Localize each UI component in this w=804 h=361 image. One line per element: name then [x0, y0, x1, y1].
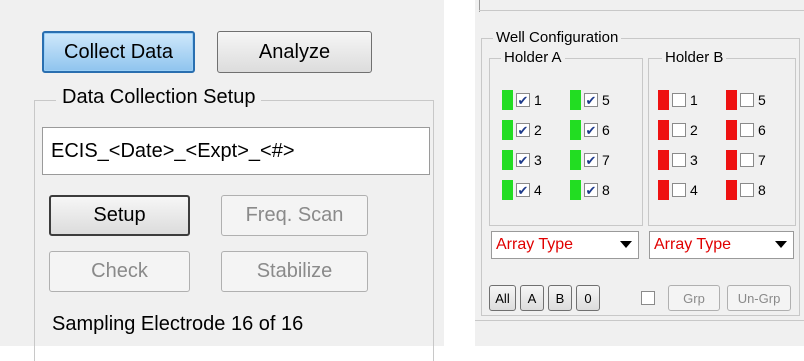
- well-indicator: [658, 150, 669, 170]
- well-b-3[interactable]: 3: [658, 150, 698, 170]
- select-b-button[interactable]: B: [548, 285, 572, 311]
- well-number: 7: [758, 152, 766, 168]
- well-b-5[interactable]: 5: [726, 90, 766, 110]
- array-type-value: Array Type: [496, 236, 574, 253]
- well-number: 1: [534, 92, 542, 108]
- well-checkbox[interactable]: [672, 183, 686, 197]
- divider: [475, 320, 804, 321]
- well-checkbox[interactable]: ✔: [516, 183, 530, 197]
- well-number: 1: [690, 92, 698, 108]
- well-number: 6: [602, 122, 610, 138]
- well-a-3[interactable]: ✔ 3: [502, 150, 542, 170]
- well-a-7[interactable]: ✔ 7: [570, 150, 610, 170]
- filename-input[interactable]: ECIS_<Date>_<Expt>_<#>: [42, 127, 430, 175]
- well-checkbox[interactable]: [740, 123, 754, 137]
- well-indicator: [570, 120, 581, 140]
- well-b-6[interactable]: 6: [726, 120, 766, 140]
- well-indicator: [570, 150, 581, 170]
- group-button[interactable]: Grp: [668, 285, 720, 311]
- well-number: 5: [758, 92, 766, 108]
- divider: [479, 10, 804, 11]
- well-indicator: [570, 90, 581, 110]
- holder-a-group: [489, 58, 643, 226]
- well-indicator: [570, 180, 581, 200]
- well-indicator: [658, 90, 669, 110]
- well-b-4[interactable]: 4: [658, 180, 698, 200]
- well-number: 2: [690, 122, 698, 138]
- array-type-value: Array Type: [654, 236, 732, 253]
- well-b-2[interactable]: 2: [658, 120, 698, 140]
- well-number: 8: [602, 182, 610, 198]
- well-indicator: [658, 120, 669, 140]
- well-checkbox[interactable]: [672, 153, 686, 167]
- well-a-5[interactable]: ✔ 5: [570, 90, 610, 110]
- well-a-4[interactable]: ✔ 4: [502, 180, 542, 200]
- well-number: 8: [758, 182, 766, 198]
- holder-b-group: [648, 58, 796, 226]
- stabilize-button[interactable]: Stabilize: [221, 251, 368, 292]
- select-none-button[interactable]: 0: [576, 285, 600, 311]
- well-b-8[interactable]: 8: [726, 180, 766, 200]
- holder-a-array-type-select[interactable]: Array Type: [491, 231, 639, 259]
- well-checkbox[interactable]: ✔: [516, 93, 530, 107]
- select-a-button[interactable]: A: [520, 285, 544, 311]
- ungroup-button[interactable]: Un-Grp: [727, 285, 791, 311]
- well-checkbox[interactable]: ✔: [584, 123, 598, 137]
- well-checkbox[interactable]: [672, 123, 686, 137]
- well-checkbox[interactable]: [740, 183, 754, 197]
- well-number: 3: [534, 152, 542, 168]
- collect-data-button[interactable]: Collect Data: [42, 31, 195, 73]
- well-a-6[interactable]: ✔ 6: [570, 120, 610, 140]
- chevron-down-icon[interactable]: [775, 241, 787, 248]
- well-configuration-title: Well Configuration: [493, 29, 622, 46]
- well-number: 4: [534, 182, 542, 198]
- well-a-8[interactable]: ✔ 8: [570, 180, 610, 200]
- well-number: 5: [602, 92, 610, 108]
- well-indicator: [726, 90, 737, 110]
- well-indicator: [502, 120, 513, 140]
- well-checkbox[interactable]: [672, 93, 686, 107]
- well-indicator: [658, 180, 669, 200]
- well-indicator: [502, 180, 513, 200]
- freq-scan-button[interactable]: Freq. Scan: [221, 195, 368, 236]
- well-indicator: [502, 150, 513, 170]
- well-indicator: [726, 150, 737, 170]
- data-collection-setup-title: Data Collection Setup: [56, 86, 262, 109]
- well-number: 7: [602, 152, 610, 168]
- well-checkbox[interactable]: [740, 153, 754, 167]
- well-checkbox[interactable]: ✔: [584, 153, 598, 167]
- well-indicator: [726, 180, 737, 200]
- well-number: 3: [690, 152, 698, 168]
- check-button[interactable]: Check: [49, 251, 190, 292]
- select-all-button[interactable]: All: [489, 285, 516, 311]
- well-checkbox[interactable]: ✔: [516, 123, 530, 137]
- chevron-down-icon[interactable]: [620, 241, 632, 248]
- well-a-1[interactable]: ✔ 1: [502, 90, 542, 110]
- holder-a-title: Holder A: [501, 49, 565, 66]
- analyze-button[interactable]: Analyze: [217, 31, 372, 73]
- holder-b-title: Holder B: [662, 49, 727, 66]
- well-checkbox[interactable]: ✔: [584, 93, 598, 107]
- setup-button[interactable]: Setup: [49, 195, 190, 236]
- well-indicator: [726, 120, 737, 140]
- well-number: 6: [758, 122, 766, 138]
- group-checkbox[interactable]: [641, 291, 655, 305]
- well-number: 4: [690, 182, 698, 198]
- well-b-7[interactable]: 7: [726, 150, 766, 170]
- well-b-1[interactable]: 1: [658, 90, 698, 110]
- sampling-status: Sampling Electrode 16 of 16: [52, 313, 304, 335]
- well-checkbox[interactable]: ✔: [516, 153, 530, 167]
- holder-b-array-type-select[interactable]: Array Type: [649, 231, 794, 259]
- well-checkbox[interactable]: [740, 93, 754, 107]
- well-a-2[interactable]: ✔ 2: [502, 120, 542, 140]
- well-number: 2: [534, 122, 542, 138]
- well-checkbox[interactable]: ✔: [584, 183, 598, 197]
- well-indicator: [502, 90, 513, 110]
